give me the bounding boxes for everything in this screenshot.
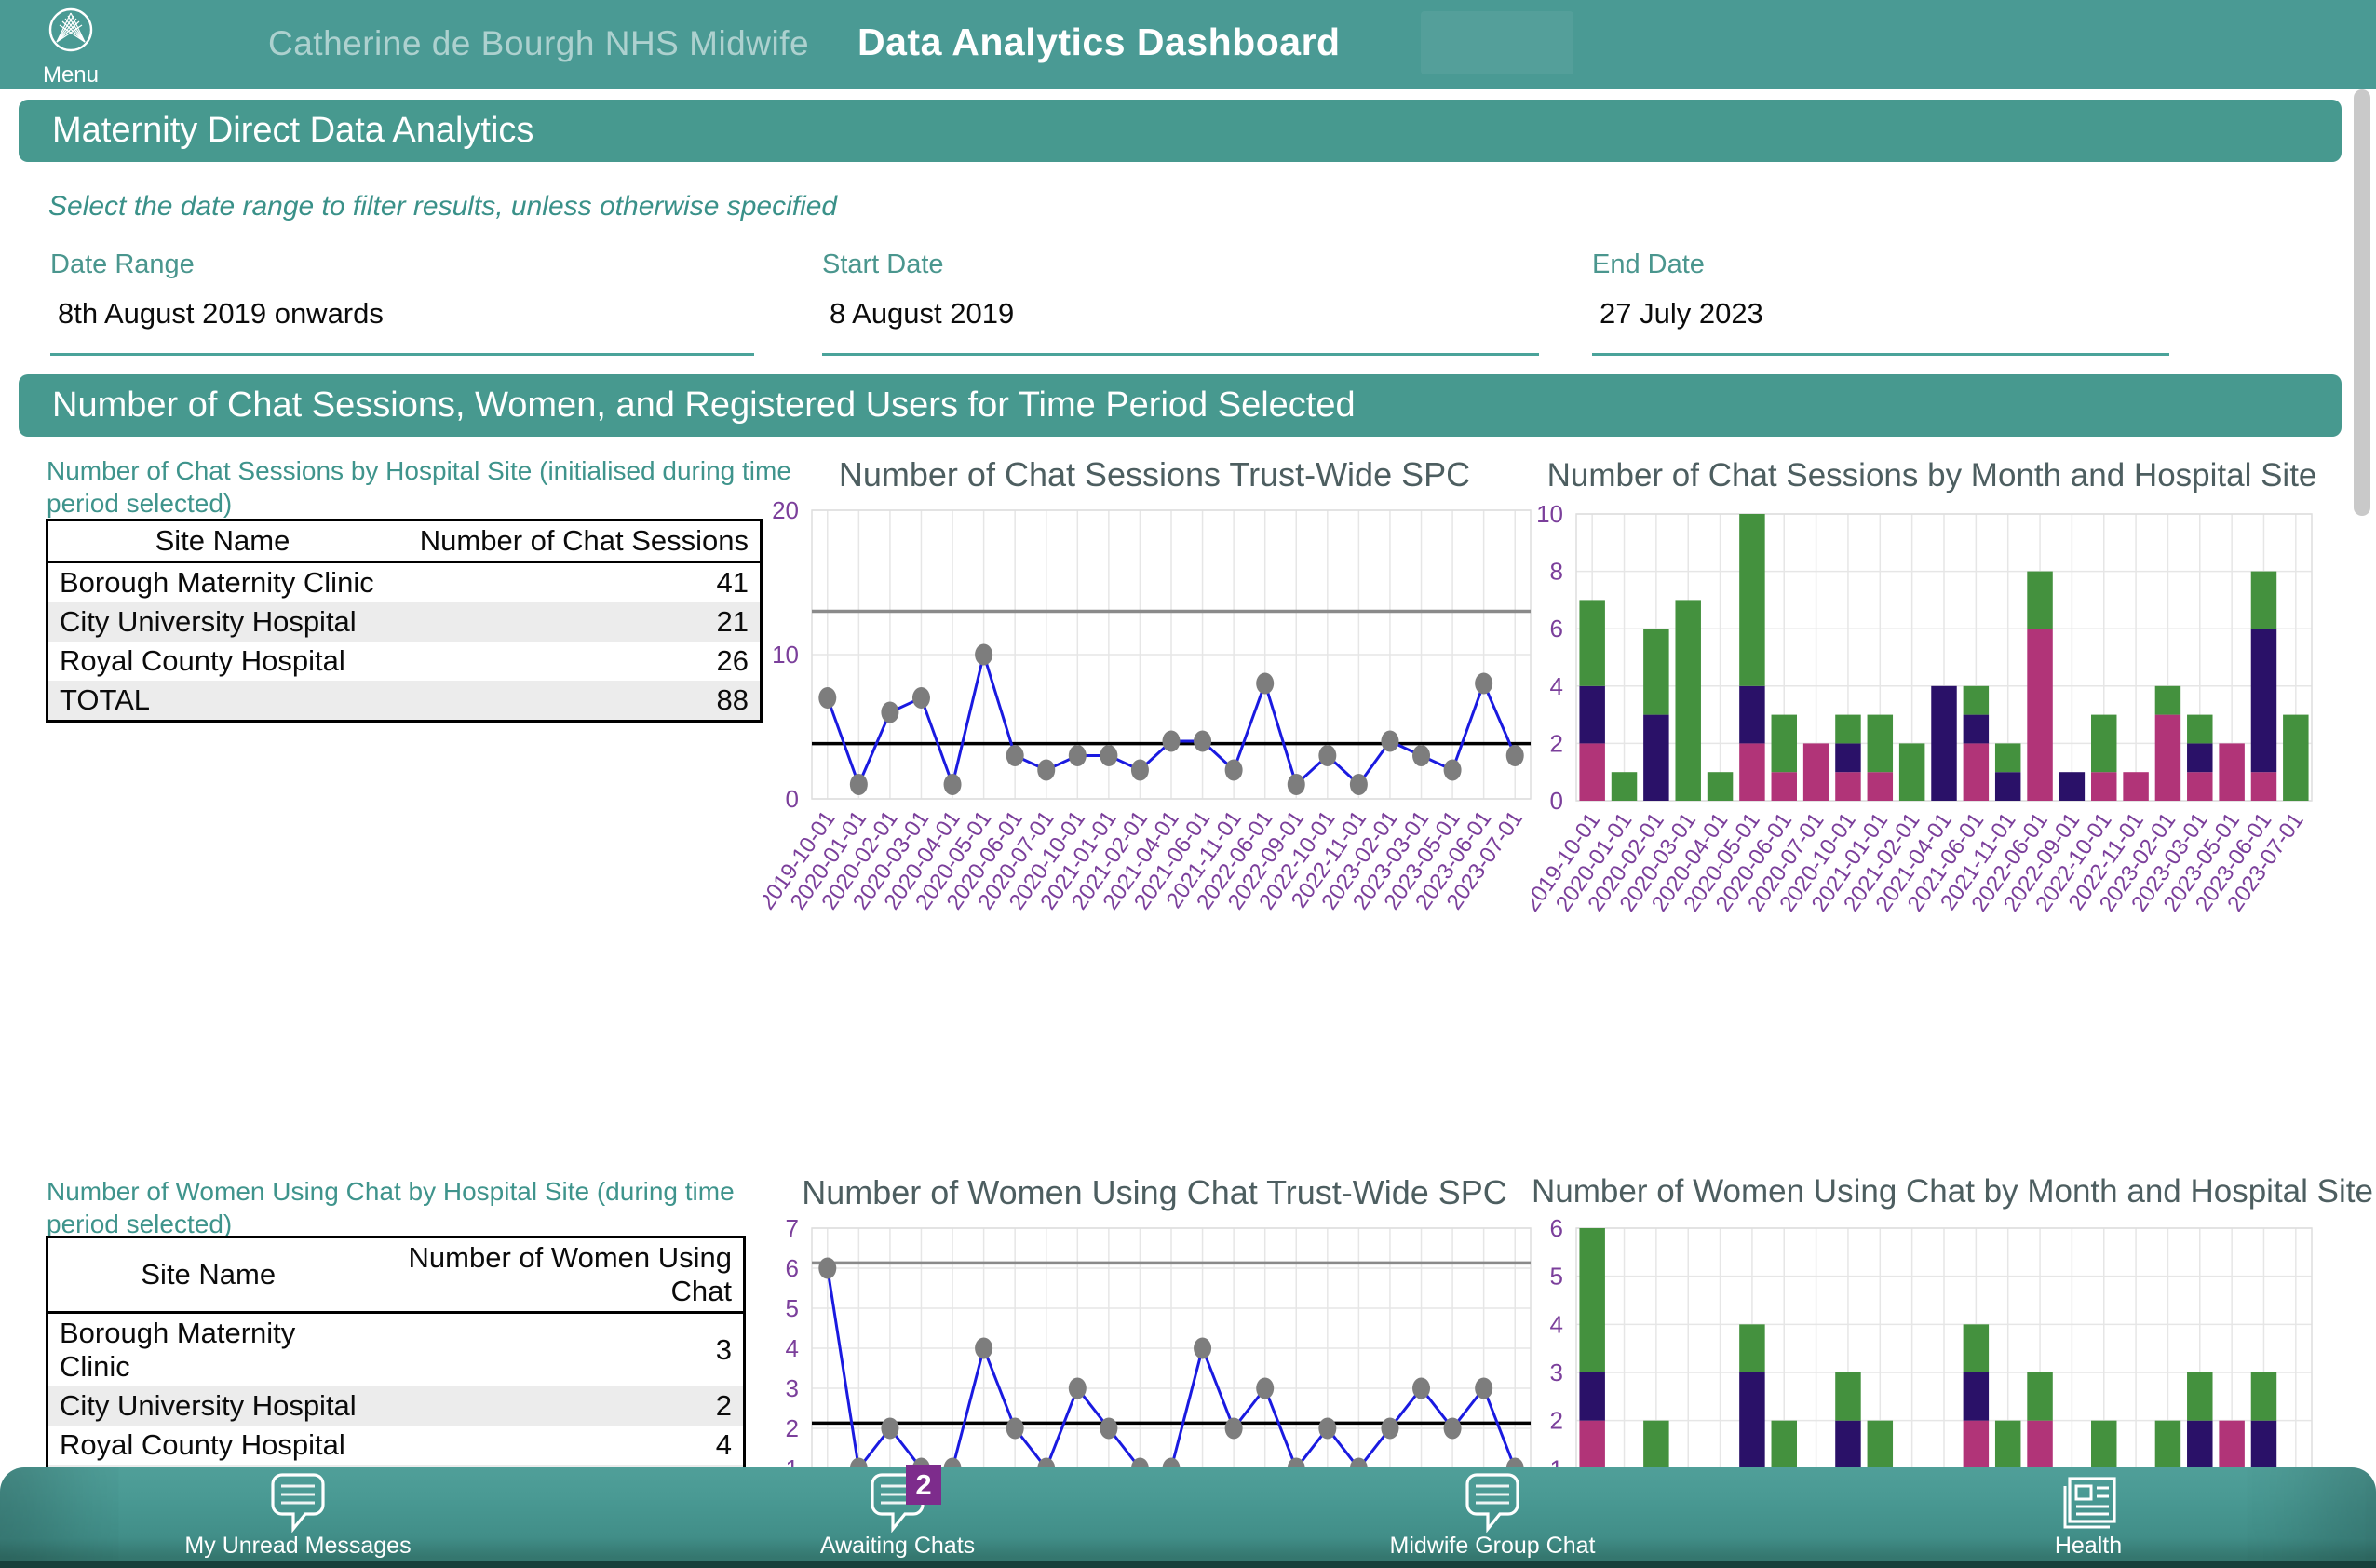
- value-cell: 2: [715, 1389, 732, 1422]
- svg-text:5: 5: [786, 1294, 799, 1322]
- svg-text:10: 10: [772, 641, 799, 669]
- table-row: Borough Maternity Clinic 41: [47, 562, 762, 603]
- nav-label: Awaiting Chats: [819, 1533, 976, 1559]
- scrollbar-thumb[interactable]: [2354, 89, 2370, 516]
- svg-text:10: 10: [1536, 501, 1563, 528]
- chat-bubble-icon: [267, 1473, 329, 1536]
- spc-women-chart-title: Number of Women Using Chat Trust-Wide SP…: [802, 1173, 1507, 1211]
- svg-text:4: 4: [786, 1334, 799, 1362]
- end-date-value[interactable]: 27 July 2023: [1600, 297, 2169, 331]
- svg-text:2: 2: [1550, 729, 1563, 757]
- svg-text:4: 4: [1550, 672, 1563, 700]
- newspaper-icon: [2058, 1477, 2119, 1536]
- app-header: Menu Catherine de Bourgh NHS Midwife Dat…: [0, 0, 2376, 89]
- bar-women-chart-title: Number of Women Using Chat by Month and …: [1532, 1173, 2373, 1210]
- menu-button-label: Menu: [42, 62, 100, 88]
- section-header-maternity: Maternity Direct Data Analytics: [19, 100, 2342, 162]
- date-range-underline: [50, 353, 754, 356]
- table-row: Borough Maternity Clinic 3: [47, 1313, 745, 1387]
- value-cell: 4: [715, 1428, 732, 1461]
- spc-sessions-plot: 0 10 20 2019-10-01 2020-01-01 2020-02-01 2020-…: [754, 496, 1546, 971]
- nav-label: My Unread Messages: [184, 1533, 412, 1559]
- header-highlight-box: [1421, 11, 1573, 74]
- svg-text:0: 0: [786, 785, 799, 813]
- section-header-counts: Number of Chat Sessions, Women, and Regi…: [19, 374, 2342, 437]
- end-date-field[interactable]: End Date 27 July 2023: [1592, 250, 2169, 356]
- svg-text:6: 6: [786, 1254, 799, 1282]
- chat-bubble-icon: [1462, 1473, 1523, 1536]
- total-value-cell: 88: [716, 683, 749, 716]
- bottom-nav: My Unread Messages 2 Awaiting Chats Midw…: [0, 1465, 2376, 1568]
- svg-text:3: 3: [786, 1374, 799, 1402]
- table-header-row: Site Name Number of Women Using Chat: [47, 1237, 745, 1314]
- nav-midwife-group-chat[interactable]: Midwife Group Chat: [1297, 1471, 1688, 1560]
- nav-my-unread-messages[interactable]: My Unread Messages: [102, 1471, 493, 1560]
- menu-logo-icon: [43, 4, 99, 64]
- table-row: City University Hospital 2: [47, 1386, 745, 1426]
- table-row: City University Hospital 21: [47, 602, 762, 642]
- sessions-table-title: Number of Chat Sessions by Hospital Site…: [47, 456, 791, 518]
- site-name-cell: Borough Maternity Clinic: [60, 1317, 296, 1383]
- start-date-label: Start Date: [822, 250, 944, 279]
- bar-sessions-chart: Number of Chat Sessions by Month and Hos…: [1519, 457, 2332, 973]
- end-date-label: End Date: [1592, 250, 1705, 279]
- site-name-cell: City University Hospital: [60, 605, 357, 638]
- spc-sessions-chart: Number of Chat Sessions Trust-Wide SPC 0…: [754, 455, 1546, 971]
- chat-bubble-icon: [867, 1473, 928, 1536]
- nav-label: Midwife Group Chat: [1389, 1533, 1596, 1559]
- start-date-value[interactable]: 8 August 2019: [830, 297, 1539, 331]
- svg-text:2: 2: [786, 1414, 799, 1442]
- table-row: Royal County Hospital 4: [47, 1426, 745, 1465]
- nav-label: Health: [2054, 1533, 2123, 1559]
- filter-note: Select the date range to filter results,…: [48, 191, 838, 222]
- value-cell: 26: [716, 644, 749, 677]
- table-total-row: TOTAL 88: [47, 681, 762, 722]
- svg-text:8: 8: [1550, 558, 1563, 586]
- svg-text:5: 5: [1550, 1263, 1563, 1291]
- column-chat-sessions: Number of Chat Sessions: [396, 520, 762, 563]
- women-table-title: Number of Women Using Chat by Hospital S…: [47, 1177, 735, 1238]
- date-range-field[interactable]: Date Range 8th August 2019 onwards: [50, 250, 754, 356]
- table-header-row: Site Name Number of Chat Sessions: [47, 520, 762, 563]
- start-date-underline: [822, 353, 1539, 356]
- svg-text:6: 6: [1550, 615, 1563, 642]
- column-site-name: Site Name: [47, 520, 397, 563]
- start-date-field[interactable]: Start Date 8 August 2019: [822, 250, 1539, 356]
- svg-text:2: 2: [1550, 1407, 1563, 1435]
- svg-text:4: 4: [1550, 1310, 1563, 1338]
- value-cell: 41: [716, 566, 749, 599]
- value-cell: 3: [715, 1333, 732, 1366]
- value-cell: 21: [716, 605, 749, 638]
- awaiting-chats-badge: 2: [906, 1465, 941, 1505]
- column-women-using-chat: Number of Women Using Chat: [368, 1237, 745, 1314]
- column-site-name: Site Name: [47, 1237, 369, 1314]
- end-date-underline: [1592, 353, 2169, 356]
- svg-text:0: 0: [1550, 787, 1563, 815]
- total-label-cell: TOTAL: [60, 683, 151, 716]
- menu-button[interactable]: Menu: [24, 4, 117, 88]
- page-title: Data Analytics Dashboard: [857, 20, 1341, 63]
- app-name: Catherine de Bourgh NHS Midwife: [268, 24, 810, 62]
- svg-text:6: 6: [1550, 1217, 1563, 1242]
- spc-sessions-chart-title: Number of Chat Sessions Trust-Wide SPC: [838, 455, 1471, 493]
- site-name-cell: Borough Maternity Clinic: [60, 566, 374, 599]
- date-range-value[interactable]: 8th August 2019 onwards: [58, 297, 754, 331]
- site-name-cell: City University Hospital: [60, 1389, 357, 1422]
- date-range-label: Date Range: [50, 250, 195, 279]
- nav-awaiting-chats[interactable]: 2 Awaiting Chats: [702, 1465, 1093, 1560]
- svg-text:3: 3: [1550, 1358, 1563, 1386]
- table-row: Royal County Hospital 26: [47, 642, 762, 681]
- nav-health[interactable]: Health: [1893, 1471, 2284, 1560]
- sessions-table: Site Name Number of Chat Sessions Boroug…: [46, 519, 763, 723]
- bar-sessions-chart-title: Number of Chat Sessions by Month and Hos…: [1546, 457, 2317, 493]
- bar-sessions-plot: 0 2 4 6 8 10 2019-10-01 2020-01-01 2020-02-01 202…: [1519, 500, 2332, 973]
- site-name-cell: Royal County Hospital: [60, 1428, 345, 1461]
- page: Menu Catherine de Bourgh NHS Midwife Dat…: [0, 0, 2376, 1568]
- site-name-cell: Royal County Hospital: [60, 644, 345, 677]
- women-table: Site Name Number of Women Using Chat Bor…: [46, 1236, 746, 1507]
